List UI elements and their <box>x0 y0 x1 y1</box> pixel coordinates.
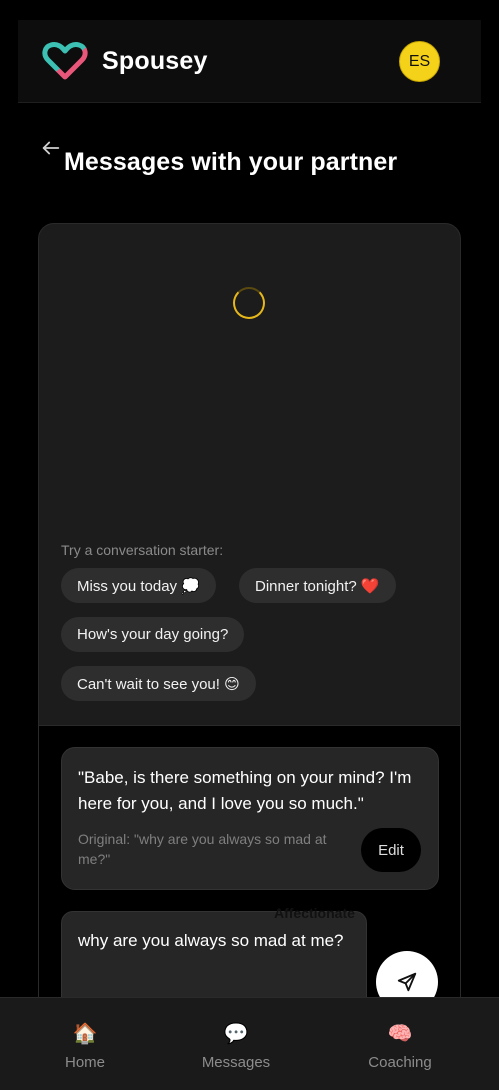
starter-chip[interactable]: Dinner tonight? ❤️ <box>239 568 396 603</box>
nav-label: Messages <box>201 1054 271 1071</box>
avatar[interactable]: ES <box>399 41 440 82</box>
app-header: Spousey ES <box>18 20 481 103</box>
speech-bubble-icon: 💬 <box>223 1023 249 1045</box>
bottom-nav: 🏠 Home 💬 Messages 🧠 Coaching <box>0 997 499 1090</box>
edit-button[interactable]: Edit <box>361 828 421 872</box>
rewrite-suggestion-card[interactable]: "Babe, is there something on your mind? … <box>61 747 439 890</box>
nav-label: Home <box>64 1054 105 1071</box>
original-message: Original: "why are you always so mad at … <box>78 831 327 867</box>
starter-chip[interactable]: Can't wait to see you! 😊 <box>61 666 256 701</box>
loading-spinner <box>233 287 265 319</box>
suggestion-text: "Babe, is there something on your mind? … <box>78 768 412 813</box>
starter-label: Try a conversation starter: <box>61 542 224 558</box>
nav-item-home[interactable]: 🏠 Home <box>25 1022 145 1071</box>
heart-logo-icon <box>42 42 88 80</box>
nav-item-coaching[interactable]: 🧠 Coaching <box>340 1022 460 1071</box>
compose-area: "Babe, is there something on your mind? … <box>39 725 460 1022</box>
back-button[interactable] <box>40 137 64 161</box>
home-icon: 🏠 <box>72 1023 98 1045</box>
app-root: Spousey ES Messages with your partner Tr… <box>0 0 499 1090</box>
nav-label: Coaching <box>368 1054 432 1071</box>
starter-chip[interactable]: Miss you today 💭 <box>61 568 216 603</box>
starter-chip[interactable]: How's your day going? <box>61 617 245 652</box>
brand-name: Spousey <box>102 46 208 75</box>
brain-icon: 🧠 <box>387 1023 413 1045</box>
tone-label: Affectionate <box>274 905 355 921</box>
arrow-left-icon <box>42 141 60 155</box>
chat-card: Try a conversation starter: Miss you tod… <box>38 223 461 1023</box>
page-title: Messages with your partner <box>64 148 398 176</box>
send-icon <box>397 972 417 992</box>
nav-item-messages[interactable]: 💬 Messages <box>176 1022 296 1071</box>
